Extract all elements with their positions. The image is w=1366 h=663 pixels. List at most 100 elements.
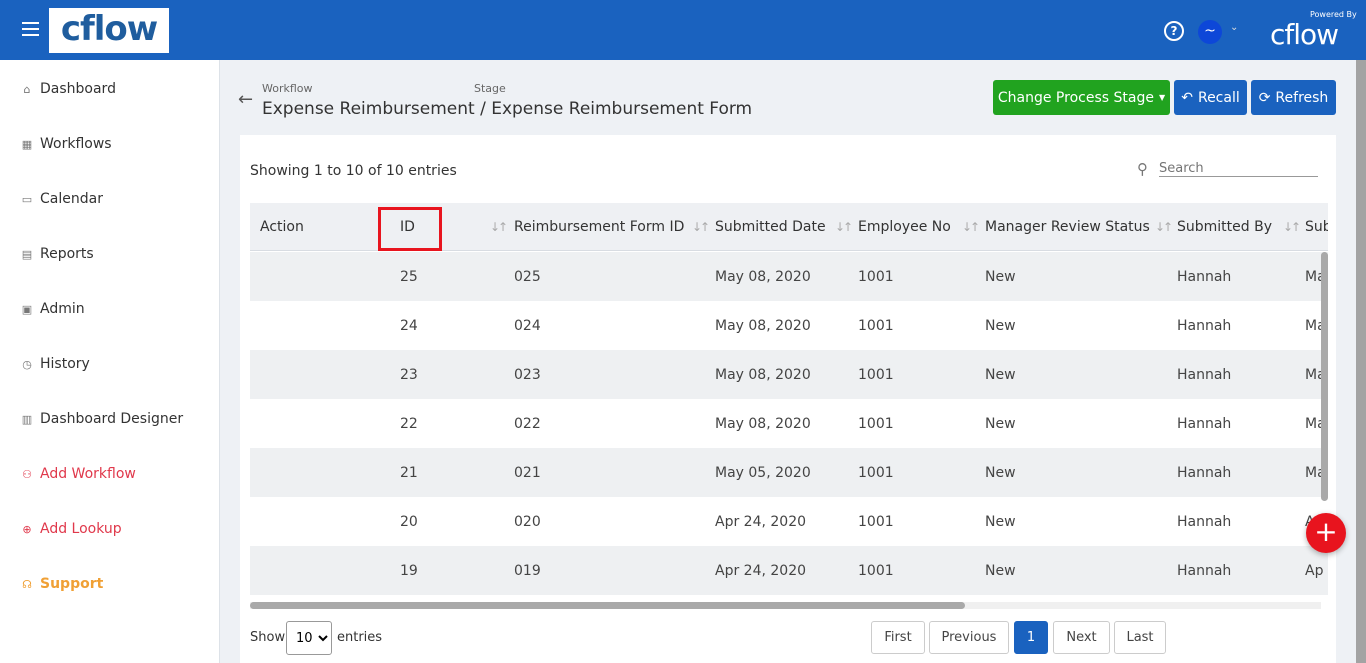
page-scrollbar[interactable] [1356,60,1366,663]
sidebar-item-dashboard[interactable]: ⌂ Dashboard [20,81,116,97]
sort-icon[interactable]: ↓↑ [835,220,853,234]
sidebar-item-dashboard-designer[interactable]: ▥ Dashboard Designer [20,411,183,427]
cell-form_id: 022 [514,416,541,432]
back-arrow-icon[interactable]: ← [238,89,253,110]
sort-icon[interactable]: ↓↑ [1283,220,1301,234]
add-fab-button[interactable]: + [1306,513,1346,553]
cell-id: 25 [400,269,418,285]
sort-icon[interactable]: ↓↑ [490,220,508,234]
sort-icon[interactable]: ↓↑ [962,220,980,234]
help-icon[interactable]: ? [1164,21,1184,41]
first-page-button[interactable]: First [871,621,925,654]
table-row[interactable]: 25 025 May 08, 2020 1001 New Hannah Ma [250,252,1328,301]
sidebar-item-workflows[interactable]: ▦ Workflows [20,136,112,152]
table-row[interactable]: 20020Apr 24, 20201001NewHannahA [250,497,1328,546]
sidebar-item-history[interactable]: ◷ History [20,356,90,372]
column-header-submitted-by[interactable]: Submitted By [1177,219,1272,235]
column-header-employee-no[interactable]: Employee No [858,219,951,235]
sidebar-item-add-lookup[interactable]: ⊕ Add Lookup [20,521,121,537]
cell-by: Hannah [1177,416,1232,432]
cell-date: May 08, 2020 [715,318,811,334]
history-icon: ◷ [22,357,32,371]
caret-down-icon: ▼ [1158,93,1166,102]
undo-icon: ↶ [1181,89,1193,106]
next-page-button[interactable]: Next [1053,621,1110,654]
sort-icon[interactable]: ↓↑ [1155,220,1173,234]
sidebar-item-reports[interactable]: ▤ Reports [20,246,94,262]
page-size-select[interactable]: 10 [286,621,332,655]
reports-icon: ▤ [21,247,33,261]
sidebar-item-admin[interactable]: ▣ Admin [20,301,85,317]
cell-id: 20 [400,514,418,530]
sidebar-item-label: Dashboard [40,81,116,97]
sidebar-item-calendar[interactable]: ▭ Calendar [20,191,103,207]
vertical-scrollbar[interactable] [1321,252,1328,501]
table-row[interactable]: 19 019 Apr 24, 2020 1001 New Hannah Ap [250,546,1328,595]
table-row[interactable]: 22 022 May 08, 2020 1001 New Hannah Ma [250,399,1328,448]
workflow-name[interactable]: Expense Reimbursement [262,99,475,119]
cell-form_id: 024 [514,318,541,334]
cell-emp: 1001 [858,318,894,334]
cell-id: 24 [400,318,418,334]
sidebar-item-support[interactable]: ☊ Support [20,576,103,592]
table-header: Action ID ↓↑ Reimbursement Form ID ↓↑ Su… [250,203,1328,251]
cell-id: 22 [400,416,418,432]
previous-page-button[interactable]: Previous [929,621,1009,654]
cell-emp: 1001 [858,367,894,383]
cell-by: Hannah [1177,563,1232,579]
sidebar-item-label: Dashboard Designer [40,411,184,427]
column-header-manager-review-status[interactable]: Manager Review Status [985,219,1150,235]
chevron-down-icon[interactable]: ⌄ [1230,22,1238,33]
cell-date: May 08, 2020 [715,367,811,383]
cell-by: Hannah [1177,318,1232,334]
button-label: Change Process Stage [997,89,1154,106]
user-avatar[interactable]: ~ [1198,20,1222,44]
cell-status: New [985,416,1016,432]
cell-status: New [985,465,1016,481]
column-header-sub[interactable]: Sub [1305,219,1328,235]
table-row[interactable]: 21 021 May 05, 2020 1001 New Hannah Ma [250,448,1328,497]
cell-id: 23 [400,367,418,383]
sidebar: ⌂ Dashboard ▦ Workflows ▭ Calendar ▤ Reports… [0,60,220,663]
scrollbar-thumb[interactable] [250,602,965,609]
sidebar-item-label: Admin [40,301,85,317]
search-input[interactable] [1159,161,1318,177]
sidebar-item-label: History [40,356,90,372]
designer-icon: ▥ [21,412,33,426]
cell-date: May 08, 2020 [715,416,811,432]
recall-button[interactable]: ↶ Recall [1174,80,1247,115]
column-header-form-id[interactable]: Reimbursement Form ID [514,219,684,235]
horizontal-scrollbar[interactable] [250,602,1321,609]
table-row[interactable]: 23 023 May 08, 2020 1001 New Hannah Ma [250,350,1328,399]
powered-by-logo: cflow [1270,18,1339,51]
home-icon: ⌂ [23,82,31,96]
cell-by: Hannah [1177,269,1232,285]
column-header-submitted-date[interactable]: Submitted Date [715,219,826,235]
cell-id: 19 [400,563,418,579]
calendar-icon: ▭ [21,192,33,206]
change-process-stage-button[interactable]: Change Process Stage ▼ [993,80,1170,115]
page-1-button[interactable]: 1 [1014,621,1048,654]
workflow-label: Workflow [262,82,313,95]
column-header-action: Action [260,219,304,235]
cell-emp: 1001 [858,416,894,432]
search-icon: ⚲ [1137,160,1148,178]
last-page-button[interactable]: Last [1114,621,1166,654]
cell-date: Apr 24, 2020 [715,514,807,530]
entries-label: entries [337,630,383,645]
refresh-button[interactable]: ⟳ Refresh [1251,80,1336,115]
cell-date: Apr 24, 2020 [715,563,807,579]
button-label: Recall [1197,89,1240,106]
cflow-logo[interactable]: cflow [49,8,169,53]
cell-status: New [985,318,1016,334]
crosshair-icon: ⊕ [22,522,32,536]
data-table: Action ID ↓↑ Reimbursement Form ID ↓↑ Su… [250,203,1328,600]
table-row[interactable]: 24 024 May 08, 2020 1001 New Hannah Ma [250,301,1328,350]
sidebar-item-add-workflow[interactable]: ⚇ Add Workflow [20,466,136,482]
cell-date: May 08, 2020 [715,269,811,285]
cell-id: 21 [400,465,418,481]
hamburger-menu-icon[interactable] [22,22,39,36]
cell-date: May 05, 2020 [715,465,811,481]
sort-icon[interactable]: ↓↑ [692,220,710,234]
cell-form_id: 020 [514,514,541,530]
